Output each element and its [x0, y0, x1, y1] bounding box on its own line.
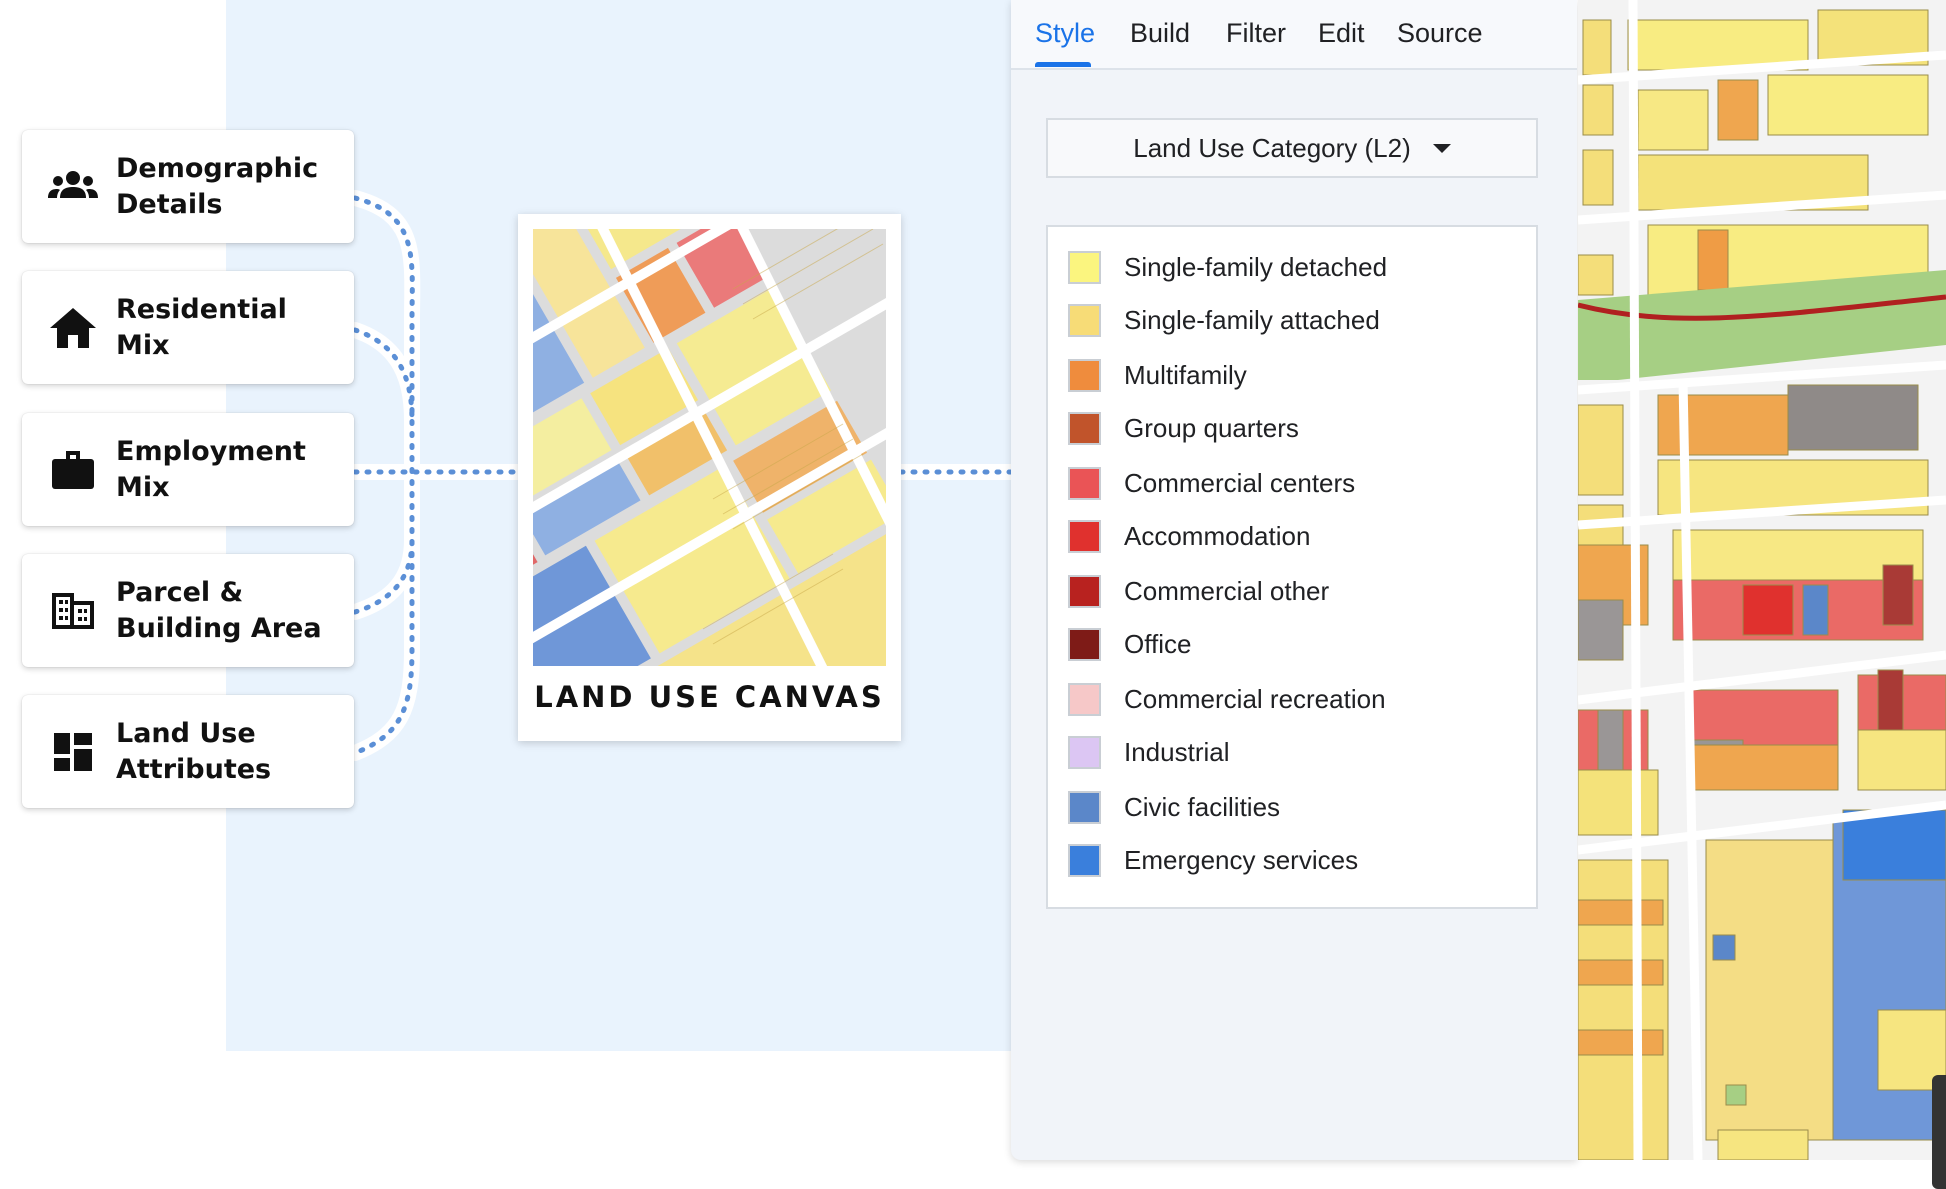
card-residential-mix[interactable]: Residential Mix: [22, 271, 354, 384]
dropdown-value: Land Use Category (L2): [1133, 132, 1411, 163]
tab-filter[interactable]: Filter: [1226, 18, 1286, 49]
legend-item: Commercial recreation: [1068, 679, 1386, 719]
legend-item: Industrial: [1068, 732, 1230, 772]
legend-item: Single-family detached: [1068, 247, 1387, 287]
legend-swatch: [1068, 466, 1101, 500]
legend-swatch: [1068, 843, 1101, 877]
legend-swatch: [1068, 411, 1101, 445]
legend-item: Multifamily: [1068, 355, 1247, 395]
legend-item: Commercial centers: [1068, 463, 1355, 503]
parcel-map-view[interactable]: [1578, 0, 1946, 1160]
tab-build[interactable]: Build: [1130, 18, 1190, 49]
legend-swatch: [1068, 682, 1101, 716]
card-label: Residential Mix: [116, 293, 287, 361]
legend-item: Group quarters: [1068, 408, 1299, 448]
tab-source[interactable]: Source: [1397, 18, 1483, 49]
card-label: Parcel & Building Area: [116, 576, 322, 644]
legend-swatch: [1068, 358, 1101, 392]
legend-swatch: [1068, 303, 1101, 337]
legend-swatch: [1068, 574, 1101, 608]
legend-item: Civic facilities: [1068, 787, 1280, 827]
category-dropdown[interactable]: Land Use Category (L2): [1046, 118, 1538, 178]
legend-item: Accommodation: [1068, 516, 1310, 556]
people-icon: [48, 165, 98, 209]
canvas-title: LAND USE CANVAS: [534, 680, 885, 714]
legend-item: Single-family attached: [1068, 300, 1380, 340]
legend-swatch: [1068, 250, 1101, 284]
legend-item: Office: [1068, 624, 1191, 664]
card-label: Demographic Details: [116, 152, 319, 220]
briefcase-icon: [48, 448, 98, 492]
legend-box: Single-family detached Single-family att…: [1046, 225, 1538, 909]
legend-swatch: [1068, 735, 1101, 769]
style-panel: Style Build Filter Edit Source Land Use …: [1011, 0, 1577, 1160]
card-parcel-building-area[interactable]: Parcel & Building Area: [22, 554, 354, 667]
building-icon: [48, 589, 98, 633]
card-label: Employment Mix: [116, 435, 306, 503]
card-land-use-attributes[interactable]: Land Use Attributes: [22, 695, 354, 808]
caret-down-icon: [1432, 143, 1451, 153]
tab-edit[interactable]: Edit: [1318, 18, 1365, 49]
tab-style[interactable]: Style: [1035, 18, 1095, 49]
legend-swatch: [1068, 519, 1101, 553]
land-use-map-thumbnail: [533, 229, 886, 666]
legend-swatch: [1068, 627, 1101, 661]
scrollbar-thumb[interactable]: [1932, 1075, 1946, 1189]
card-demographic-details[interactable]: Demographic Details: [22, 130, 354, 243]
card-employment-mix[interactable]: Employment Mix: [22, 413, 354, 526]
dashboard-icon: [48, 730, 98, 774]
legend-item: Commercial other: [1068, 571, 1329, 611]
land-use-canvas-card: LAND USE CANVAS: [518, 214, 901, 741]
legend-swatch: [1068, 790, 1101, 824]
tab-bar: Style Build Filter Edit Source: [1011, 0, 1577, 70]
active-tab-indicator: [1035, 62, 1091, 67]
card-label: Land Use Attributes: [116, 717, 272, 785]
legend-item: Emergency services: [1068, 840, 1358, 880]
home-icon: [48, 306, 98, 350]
